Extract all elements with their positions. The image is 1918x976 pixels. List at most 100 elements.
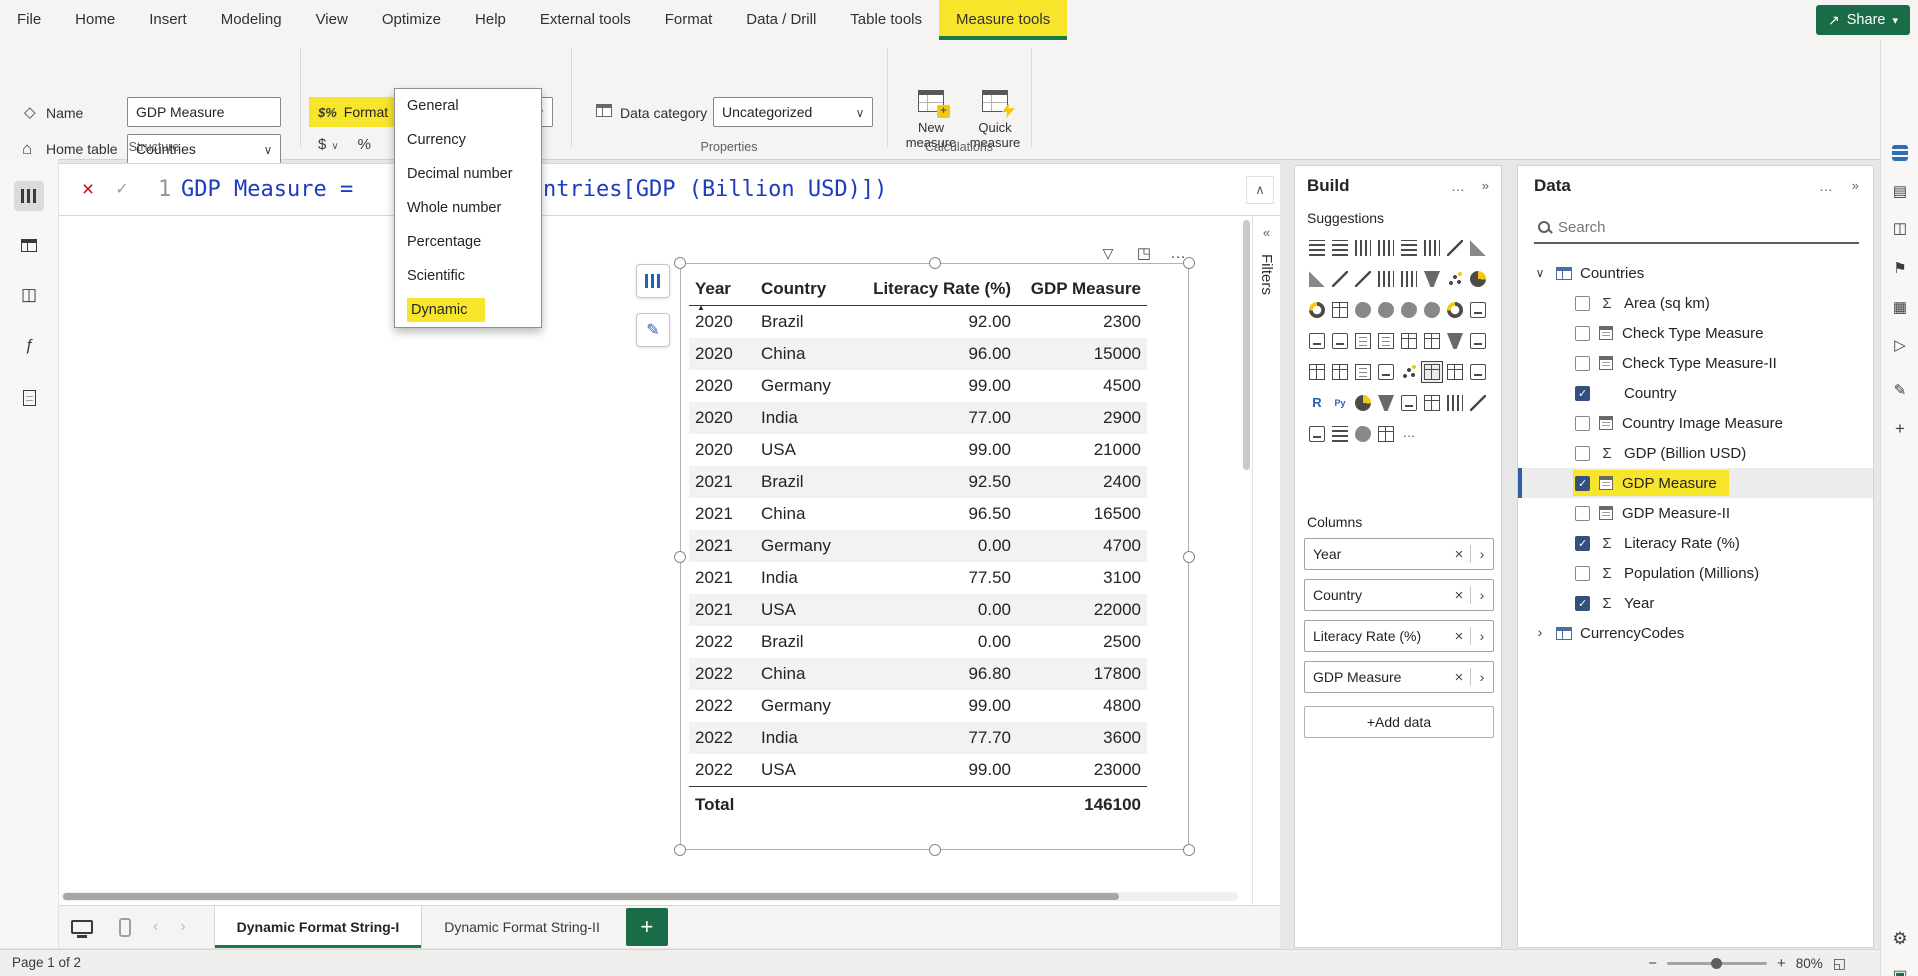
doc-visual-icon[interactable] (1422, 393, 1442, 413)
page-tab-dynamic-format-string-ii[interactable]: Dynamic Format String-II (422, 906, 622, 948)
table-row[interactable]: 2021India77.503100 (689, 562, 1147, 594)
decomposition-tree-icon[interactable] (1445, 331, 1465, 351)
format-option-currency[interactable]: Currency (395, 123, 541, 157)
waterfall-chart-icon[interactable] (1399, 269, 1419, 289)
switch-visual-button[interactable] (636, 264, 670, 298)
menu-item-home[interactable]: Home (58, 0, 132, 40)
scrollbar-thumb[interactable] (1243, 220, 1250, 470)
chevron-down-icon[interactable] (331, 136, 338, 153)
slicer-visual-icon[interactable] (1353, 331, 1373, 351)
formula-bar[interactable]: 1 GDP Measure = ntries[GDP (Billion USD)… (59, 163, 1280, 216)
tree-visual-icon[interactable] (1376, 393, 1396, 413)
column-header-literacy-rate[interactable]: Literacy Rate (%) (865, 279, 1017, 299)
well-expand-icon[interactable] (1471, 587, 1493, 603)
literacy-rate-checkbox[interactable] (1575, 536, 1590, 551)
matrix-visual-2-icon[interactable] (1445, 362, 1465, 382)
menu-item-file[interactable]: File (0, 0, 58, 40)
trophy-visual-icon[interactable] (1307, 424, 1327, 444)
menu-item-view[interactable]: View (299, 0, 365, 40)
stacked-bar-chart-icon[interactable] (1307, 238, 1327, 258)
table-row[interactable]: 2021USA0.0022000 (689, 594, 1147, 626)
commit-formula-icon[interactable] (109, 177, 135, 203)
field-well-year[interactable]: Year (1304, 538, 1494, 570)
settings-gear-icon[interactable] (1888, 927, 1912, 951)
shape-map-icon[interactable] (1399, 300, 1419, 320)
vertical-scrollbar[interactable] (1243, 220, 1251, 880)
table-row[interactable]: 2020USA99.0021000 (689, 434, 1147, 466)
azure-map-icon[interactable] (1422, 300, 1442, 320)
comment-visual-icon[interactable] (1399, 393, 1419, 413)
percent-button[interactable]: % (358, 136, 371, 153)
multirow-card-icon[interactable] (1307, 331, 1327, 351)
table-row[interactable]: 2020Germany99.004500 (689, 370, 1147, 402)
menu-item-help[interactable]: Help (458, 0, 523, 40)
pages-pane-icon[interactable] (1888, 217, 1912, 241)
ribbon-chart-icon[interactable] (1376, 269, 1396, 289)
table-row-currencycodes[interactable]: CurrencyCodes (1518, 618, 1873, 648)
format-option-decimal-number[interactable]: Decimal number (395, 157, 541, 191)
menu-item-measure-tools[interactable]: Measure tools (939, 0, 1067, 40)
field-row-gdp-billion-usd[interactable]: GDP (Billion USD) (1518, 438, 1873, 468)
chart-visual-2-icon[interactable] (1445, 393, 1465, 413)
collapse-pane-icon[interactable] (1482, 178, 1489, 193)
check-type-measure-ii-checkbox[interactable] (1575, 356, 1590, 371)
table-visual-selected-icon[interactable] (1422, 362, 1442, 382)
share-button[interactable]: Share (1816, 5, 1910, 35)
well-expand-icon[interactable] (1471, 546, 1493, 562)
more-options-icon[interactable] (1451, 178, 1465, 194)
table-row[interactable]: 2022USA99.0023000 (689, 754, 1147, 786)
scatter-chart-icon[interactable] (1445, 269, 1465, 289)
performance-pane-icon[interactable] (1888, 334, 1912, 358)
field-row-gdp-measure[interactable]: GDP Measure (1518, 468, 1873, 498)
gdp-measure-checkbox[interactable] (1575, 476, 1590, 491)
key-influencers-icon[interactable] (1399, 362, 1419, 382)
table-row[interactable]: 2020India77.002900 (689, 402, 1147, 434)
line-stacked-column-chart-icon[interactable] (1330, 269, 1350, 289)
matrix-visual-icon[interactable] (1422, 331, 1442, 351)
add-pane-icon[interactable] (1888, 417, 1912, 441)
line-chart-icon[interactable] (1445, 238, 1465, 258)
check-type-measure-checkbox[interactable] (1575, 326, 1590, 341)
format-option-scientific[interactable]: Scientific (395, 259, 541, 293)
funnel-chart-icon[interactable] (1422, 269, 1442, 289)
data-category-dropdown[interactable]: Uncategorized (713, 97, 873, 127)
table-row[interactable]: 2021China96.5016500 (689, 498, 1147, 530)
field-row-year[interactable]: Year (1518, 588, 1873, 618)
field-row-literacy-rate[interactable]: Literacy Rate (%) (1518, 528, 1873, 558)
format-visual-button[interactable] (636, 313, 670, 347)
next-page-icon[interactable] (180, 918, 185, 936)
paint-visual-icon[interactable] (1353, 393, 1373, 413)
pie-chart-icon[interactable] (1468, 269, 1488, 289)
resize-handle[interactable] (929, 844, 941, 856)
menu-item-external-tools[interactable]: External tools (523, 0, 648, 40)
remove-field-icon[interactable] (1448, 587, 1470, 604)
field-row-country[interactable]: Country (1518, 378, 1873, 408)
column-header-country[interactable]: Country (755, 279, 865, 299)
zoom-slider[interactable] (1667, 962, 1767, 965)
build-pane-icon[interactable] (1888, 180, 1912, 204)
card-visual-icon[interactable] (1468, 300, 1488, 320)
table-row[interactable]: 2021Brazil92.502400 (689, 466, 1147, 498)
100-stacked-column-chart-icon[interactable] (1422, 238, 1442, 258)
stacked-column-chart-icon[interactable] (1353, 238, 1373, 258)
area-sq-km-checkbox[interactable] (1575, 296, 1590, 311)
desktop-layout-icon[interactable] (71, 920, 93, 934)
paginated-report-icon[interactable] (1330, 362, 1350, 382)
resize-handle[interactable] (1183, 844, 1195, 856)
flow-visual-icon[interactable] (1468, 393, 1488, 413)
mobile-layout-icon[interactable] (119, 918, 131, 937)
year-checkbox[interactable] (1575, 596, 1590, 611)
bookmarks-pane-icon[interactable] (1888, 257, 1912, 281)
menu-item-insert[interactable]: Insert (132, 0, 204, 40)
selection-pane-icon[interactable] (1888, 296, 1912, 320)
r-script-visual-icon[interactable] (1307, 393, 1327, 413)
data-pane-icon[interactable] (1888, 141, 1912, 165)
kpi-visual-icon[interactable] (1330, 331, 1350, 351)
menu-item-table-tools[interactable]: Table tools (833, 0, 939, 40)
expand-filters-icon[interactable] (1253, 224, 1280, 242)
chevron-down-icon[interactable] (1532, 264, 1548, 282)
column-header-gdp-measure[interactable]: GDP Measure (1017, 279, 1147, 299)
table-row[interactable]: 2022Brazil0.002500 (689, 626, 1147, 658)
field-row-gdp-measure-ii[interactable]: GDP Measure-II (1518, 498, 1873, 528)
field-row-population-millions[interactable]: Population (Millions) (1518, 558, 1873, 588)
